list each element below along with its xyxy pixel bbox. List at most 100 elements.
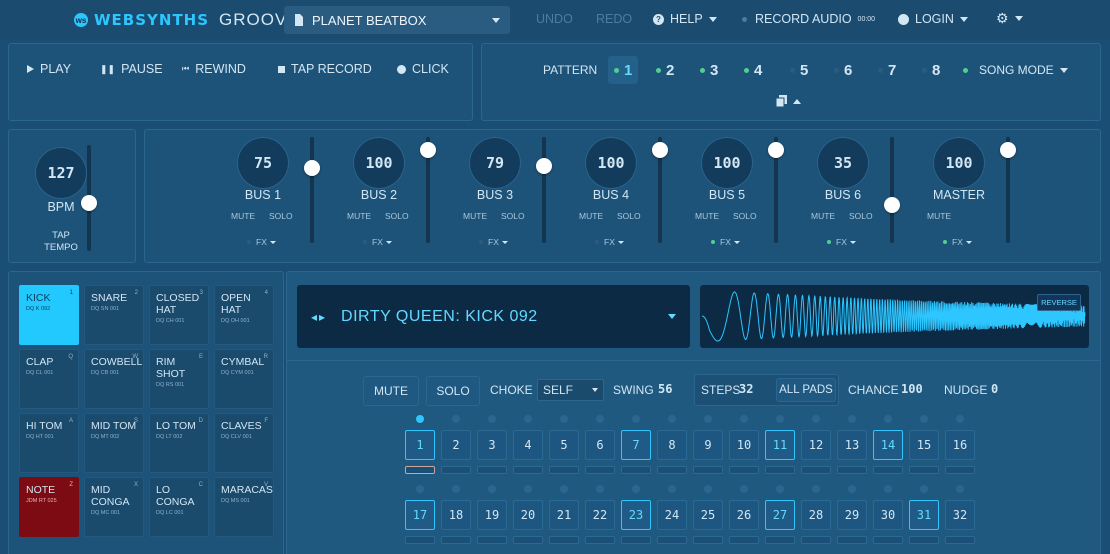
bus-fx-button[interactable]: FX (827, 237, 856, 247)
drum-pad[interactable]: R CYMBAL DQ CYM 001 (214, 349, 274, 409)
sample-select[interactable]: ◂▸ DIRTY QUEEN: KICK 092 (297, 285, 690, 348)
bus-mute-button[interactable]: MUTE (579, 211, 603, 221)
step-velocity-bar[interactable] (693, 536, 723, 544)
tap-tempo-button[interactable]: TAP TEMPO (38, 230, 84, 254)
step-button[interactable]: 2 (441, 430, 471, 460)
bus-fx-button[interactable]: FX (711, 237, 740, 247)
step-button[interactable]: 11 (765, 430, 795, 460)
step-button[interactable]: 1 (405, 430, 435, 460)
step-velocity-bar[interactable] (729, 536, 759, 544)
tempo-slider-thumb[interactable] (81, 194, 97, 211)
step-button[interactable]: 31 (909, 500, 939, 530)
swing-value[interactable]: 56 (658, 382, 672, 396)
pattern-4-button[interactable]: 4 (744, 56, 762, 84)
step-velocity-bar[interactable] (873, 536, 903, 544)
bus-solo-button[interactable]: SOLO (385, 211, 409, 221)
drum-pad[interactable]: F CLAVES DQ CLV 001 (214, 413, 274, 473)
step-button[interactable]: 6 (585, 430, 615, 460)
step-button[interactable]: 4 (513, 430, 543, 460)
drum-pad[interactable]: E RIM SHOT DQ RS 001 (149, 349, 209, 409)
step-velocity-bar[interactable] (657, 466, 687, 474)
step-button[interactable]: 3 (477, 430, 507, 460)
bus-solo-button[interactable]: SOLO (269, 211, 293, 221)
bus-fader-thumb[interactable] (536, 157, 552, 174)
bus-solo-button[interactable]: SOLO (849, 211, 873, 221)
reverse-button[interactable]: REVERSE (1037, 294, 1081, 311)
bus-solo-button[interactable]: SOLO (733, 211, 757, 221)
step-velocity-bar[interactable] (837, 466, 867, 474)
drum-pad[interactable]: Q CLAP DQ CL 001 (19, 349, 79, 409)
bus-fx-button[interactable]: FX (479, 237, 508, 247)
bpm-knob[interactable]: 127 (35, 147, 87, 199)
step-button[interactable]: 18 (441, 500, 471, 530)
bus-fader-track[interactable] (542, 137, 546, 243)
help-menu[interactable]: ? HELP (653, 12, 717, 26)
bus-mute-button[interactable]: MUTE (231, 211, 255, 221)
drum-pad[interactable]: 2 SNARE DQ SN 001 (84, 285, 144, 345)
pattern-5-button[interactable]: 5 (790, 56, 808, 84)
chance-value[interactable]: 100 (901, 382, 923, 396)
bus-mute-button[interactable]: MUTE (463, 211, 487, 221)
step-velocity-bar[interactable] (585, 536, 615, 544)
waveform-display[interactable] (700, 285, 1089, 348)
click-button[interactable]: CLICK (397, 62, 449, 76)
bus-mute-button[interactable]: MUTE (347, 211, 371, 221)
step-velocity-bar[interactable] (477, 536, 507, 544)
pattern-6-button[interactable]: 6 (834, 56, 852, 84)
drum-pad[interactable]: S MID TOM DQ MT 002 (84, 413, 144, 473)
step-button[interactable]: 8 (657, 430, 687, 460)
mute-button[interactable]: MUTE (363, 376, 419, 406)
step-velocity-bar[interactable] (441, 466, 471, 474)
drum-pad[interactable]: 1 KICK DQ K 092 (19, 285, 79, 345)
step-velocity-bar[interactable] (549, 536, 579, 544)
bus-knob[interactable]: 100 (353, 137, 405, 189)
bus-mute-button[interactable]: MUTE (811, 211, 835, 221)
step-velocity-bar[interactable] (405, 466, 435, 474)
pattern-8-button[interactable]: 8 (922, 56, 940, 84)
bus-knob[interactable]: 100 (585, 137, 637, 189)
step-velocity-bar[interactable] (945, 536, 975, 544)
bus-mute-button[interactable]: MUTE (695, 211, 719, 221)
bus-knob[interactable]: 75 (237, 137, 289, 189)
bus-fader-thumb[interactable] (420, 141, 436, 158)
step-velocity-bar[interactable] (513, 466, 543, 474)
bus-fader-thumb[interactable] (768, 141, 784, 158)
step-button[interactable]: 25 (693, 500, 723, 530)
login-menu[interactable]: LOGIN (898, 12, 968, 26)
step-velocity-bar[interactable] (729, 466, 759, 474)
bus-mute-button[interactable]: MUTE (927, 211, 951, 221)
record-audio-button[interactable]: RECORD AUDIO 00:00 (742, 12, 875, 26)
step-velocity-bar[interactable] (873, 466, 903, 474)
bus-fader-track[interactable] (310, 137, 314, 243)
step-button[interactable]: 27 (765, 500, 795, 530)
step-button[interactable]: 22 (585, 500, 615, 530)
drum-pad[interactable]: 4 OPEN HAT DQ OH 001 (214, 285, 274, 345)
nudge-value[interactable]: 0 (991, 382, 998, 396)
step-button[interactable]: 20 (513, 500, 543, 530)
song-mode-select[interactable]: SONG MODE (963, 63, 1068, 77)
bus-fx-button[interactable]: FX (247, 237, 276, 247)
pattern-3-button[interactable]: 3 (700, 56, 718, 84)
step-velocity-bar[interactable] (441, 536, 471, 544)
step-button[interactable]: 21 (549, 500, 579, 530)
step-button[interactable]: 28 (801, 500, 831, 530)
solo-button[interactable]: SOLO (426, 376, 480, 406)
tap-record-button[interactable]: TAP RECORD (278, 62, 372, 76)
pause-button[interactable]: ❚❚ PAUSE (100, 62, 163, 76)
drum-pad[interactable]: C LO CONGA DQ LC 001 (149, 477, 209, 537)
drum-pad[interactable]: Z NOTE JDM RT 025 (19, 477, 79, 537)
bus-fader-thumb[interactable] (1000, 141, 1016, 158)
step-velocity-bar[interactable] (657, 536, 687, 544)
step-button[interactable]: 10 (729, 430, 759, 460)
step-button[interactable]: 14 (873, 430, 903, 460)
step-button[interactable]: 19 (477, 500, 507, 530)
bus-knob[interactable]: 35 (817, 137, 869, 189)
bus-knob[interactable]: 100 (701, 137, 753, 189)
step-velocity-bar[interactable] (621, 466, 651, 474)
step-button[interactable]: 13 (837, 430, 867, 460)
step-button[interactable]: 29 (837, 500, 867, 530)
step-button[interactable]: 12 (801, 430, 831, 460)
step-button[interactable]: 17 (405, 500, 435, 530)
step-velocity-bar[interactable] (765, 466, 795, 474)
bus-fx-button[interactable]: FX (943, 237, 972, 247)
